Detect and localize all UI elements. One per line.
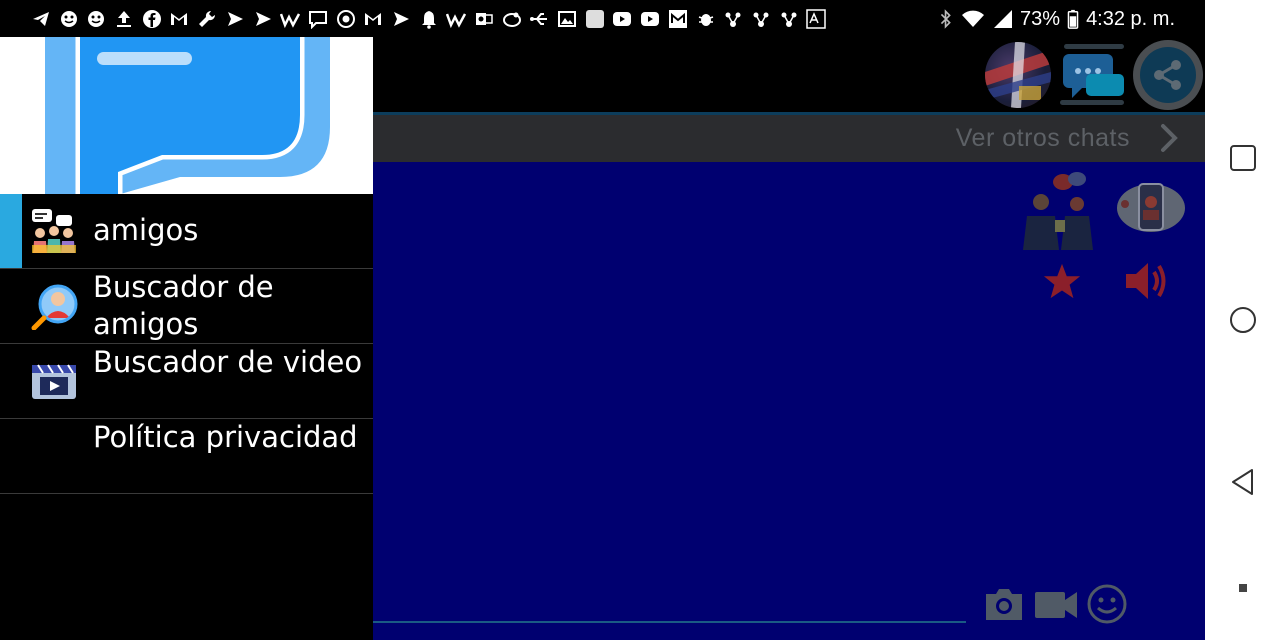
drawer-item-label: Buscador de video — [93, 345, 363, 379]
keyboard-hide-button[interactable] — [1228, 573, 1258, 603]
drawer-item-buscador-amigos[interactable]: Buscador de amigos — [0, 269, 373, 344]
translate-icon — [805, 8, 827, 30]
gmail-icon — [168, 8, 190, 30]
wrench-icon — [196, 8, 218, 30]
chevron-right-icon — [1161, 124, 1178, 152]
language-flag-button[interactable] — [985, 42, 1051, 108]
circle-icon — [1230, 307, 1256, 333]
gmail-icon — [362, 8, 384, 30]
drawer-menu: amigos Buscador de amigos Buscador de vi… — [0, 194, 373, 494]
drawer-item-amigos[interactable]: amigos — [0, 194, 373, 269]
blank-icon — [584, 8, 606, 30]
usb-icon — [528, 8, 550, 30]
drawer-item-politica-privacidad[interactable]: Política privacidad — [0, 419, 373, 494]
send-icon — [224, 8, 246, 30]
share-button-inner — [1140, 47, 1196, 103]
mastodon-icon — [501, 8, 523, 30]
system-icons: 73% 4:32 p. m. — [939, 5, 1175, 33]
molecule-icon — [750, 8, 772, 30]
outlook-icon — [473, 8, 495, 30]
bluetooth-icon — [940, 9, 951, 29]
youtube-icon — [639, 8, 661, 30]
small-square-icon — [1239, 584, 1247, 592]
w-icon — [279, 8, 301, 30]
share-icon — [1154, 60, 1181, 90]
facebook-icon — [141, 8, 163, 30]
message-input-underline[interactable] — [372, 621, 966, 623]
system-navigation-bar — [1205, 0, 1280, 640]
status-bar: 73% 4:32 p. m. — [0, 0, 1205, 37]
drawer-item-label: amigos — [93, 213, 199, 247]
video-clapper-icon — [32, 364, 76, 399]
notification-icons — [30, 6, 833, 32]
flag-icon — [985, 42, 1051, 108]
home-button[interactable] — [1228, 305, 1258, 335]
chat-bubbles-icon — [1060, 44, 1124, 105]
sticker-icon — [58, 8, 80, 30]
battery-percent: 73% — [1020, 7, 1061, 30]
telegram-icon — [30, 8, 52, 30]
sticker-icon — [85, 8, 107, 30]
drawer-header — [0, 37, 373, 194]
image-icon — [556, 8, 578, 30]
send-icon — [252, 8, 274, 30]
video-camera-icon[interactable] — [1033, 582, 1079, 626]
share-button[interactable] — [1133, 40, 1203, 110]
upload-icon — [113, 8, 135, 30]
active-indicator — [0, 194, 22, 268]
chrome-icon — [335, 8, 357, 30]
send-icon — [390, 8, 412, 30]
molecule-icon — [722, 8, 744, 30]
chat-bubbles-button[interactable] — [1058, 42, 1128, 108]
camera-icon[interactable] — [982, 582, 1026, 626]
wifi-icon — [962, 10, 985, 27]
drawer-item-buscador-video[interactable]: Buscador de video — [0, 344, 373, 419]
navigation-drawer: amigos Buscador de amigos Buscador de vi… — [0, 37, 373, 640]
w-icon — [445, 8, 467, 30]
meeting-people-icon[interactable] — [1015, 170, 1097, 250]
drawer-item-label: Buscador de amigos — [93, 270, 274, 341]
youtube-icon — [611, 8, 633, 30]
speaker-icon[interactable] — [1124, 260, 1168, 302]
m-icon — [667, 8, 689, 30]
signal-icon — [994, 10, 1013, 28]
bug-icon — [695, 8, 717, 30]
square-icon — [1230, 145, 1256, 171]
app-logo-icon — [45, 37, 330, 194]
friends-chat-icon — [32, 209, 76, 253]
recents-button[interactable] — [1228, 143, 1258, 173]
back-button[interactable] — [1228, 467, 1258, 497]
emoji-icon[interactable] — [1085, 582, 1129, 626]
star-icon[interactable] — [1043, 262, 1081, 300]
other-chats-label: Ver otros chats — [955, 124, 1130, 152]
clock: 4:32 p. m. — [1086, 7, 1175, 30]
phone-call-icon[interactable] — [1115, 176, 1187, 240]
drawer-item-label: Política privacidad — [93, 420, 358, 454]
friend-search-icon — [31, 284, 78, 330]
back-triangle-icon — [1232, 469, 1253, 495]
chat-icon — [307, 8, 329, 30]
battery-icon — [1067, 9, 1079, 29]
bell-icon — [418, 8, 440, 30]
molecule-icon — [778, 8, 800, 30]
